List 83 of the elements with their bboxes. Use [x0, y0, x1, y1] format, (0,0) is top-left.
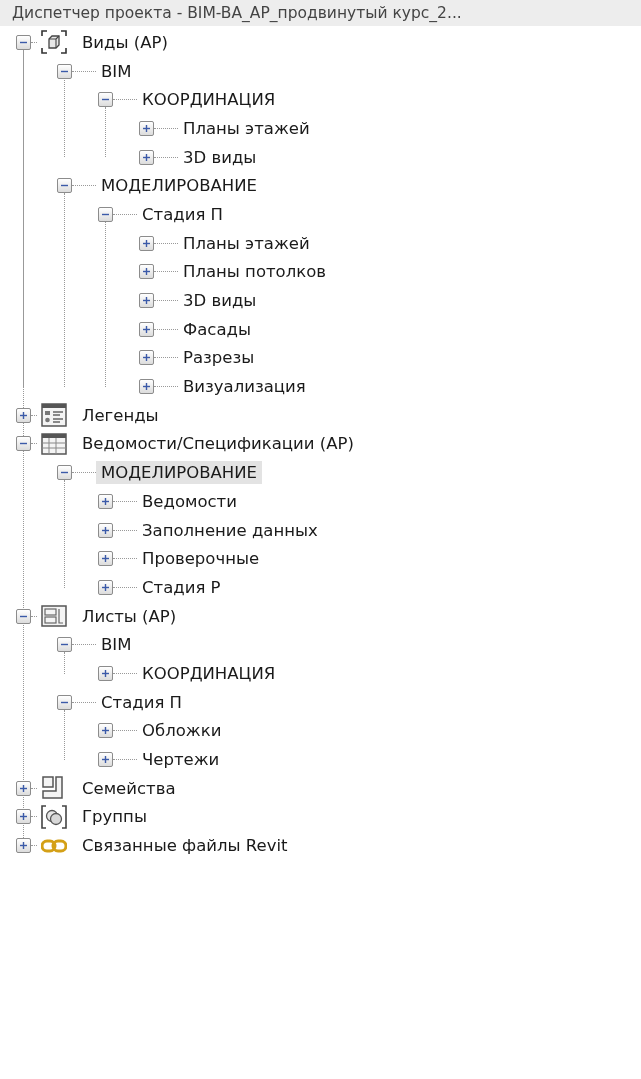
tree-item[interactable]: Стадия Р — [137, 575, 226, 599]
tree-item[interactable]: Листы (AP) — [77, 604, 182, 628]
expand-toggle[interactable] — [98, 522, 113, 538]
collapse-toggle[interactable] — [57, 465, 72, 481]
expand-toggle[interactable] — [16, 780, 31, 796]
tree-item[interactable]: Планы этажей — [178, 231, 315, 255]
plus-icon — [142, 324, 151, 334]
tree-item[interactable]: Фасады — [178, 317, 256, 341]
plus-icon — [142, 382, 151, 392]
expand-toggle[interactable] — [16, 809, 31, 825]
tree-item[interactable]: 3D виды — [178, 145, 262, 169]
tree-item[interactable]: Планы потолков — [178, 260, 332, 284]
collapse-toggle[interactable] — [57, 178, 72, 194]
tree-item[interactable]: 3D виды — [178, 289, 262, 313]
collapse-toggle[interactable] — [16, 608, 31, 624]
tree-item[interactable]: Семейства — [77, 776, 181, 800]
tree-item[interactable]: КООРДИНАЦИЯ — [137, 88, 281, 112]
tree-item[interactable]: BIM — [96, 59, 137, 83]
tree-item[interactable]: Заполнение данных — [137, 518, 323, 542]
expand-toggle[interactable] — [139, 293, 154, 309]
view-cube-icon — [41, 30, 67, 55]
plus-icon — [101, 668, 110, 678]
tree-item[interactable]: Связанные файлы Revit — [77, 834, 293, 858]
tree-item[interactable]: Визуализация — [178, 375, 311, 399]
plus-icon — [142, 296, 151, 306]
collapse-toggle[interactable] — [98, 206, 113, 222]
tree-item[interactable]: Планы этажей — [178, 116, 315, 140]
tree-item[interactable]: Виды (AP) — [77, 30, 173, 54]
collapse-toggle[interactable] — [98, 92, 113, 108]
tree-item[interactable]: Группы — [77, 805, 152, 829]
plus-icon — [101, 525, 110, 535]
expand-toggle[interactable] — [139, 379, 154, 395]
expand-toggle[interactable] — [139, 235, 154, 251]
group-icon — [41, 804, 67, 829]
tree-item[interactable]: Проверочные — [137, 547, 265, 571]
expand-toggle[interactable] — [16, 838, 31, 854]
tree-item[interactable]: Разрезы — [178, 346, 260, 370]
plus-icon — [19, 812, 28, 822]
tree-item[interactable]: Стадия П — [96, 690, 187, 714]
plus-icon — [142, 238, 151, 248]
expand-toggle[interactable] — [98, 723, 113, 739]
expand-toggle[interactable] — [16, 407, 31, 423]
sheet-icon — [41, 604, 67, 629]
tree-item[interactable]: Чертежи — [137, 748, 225, 772]
legend-icon — [41, 403, 67, 428]
plus-icon — [142, 353, 151, 363]
expand-toggle[interactable] — [98, 752, 113, 768]
expand-toggle[interactable] — [98, 579, 113, 595]
expand-toggle[interactable] — [98, 493, 113, 509]
expand-toggle[interactable] — [139, 350, 154, 366]
collapse-toggle[interactable] — [57, 63, 72, 79]
collapse-toggle[interactable] — [16, 34, 31, 50]
tree-item[interactable]: МОДЕЛИРОВАНИЕ — [96, 174, 262, 198]
expand-toggle[interactable] — [139, 264, 154, 280]
tree-item[interactable]: Обложки — [137, 719, 227, 743]
plus-icon — [19, 410, 28, 420]
plus-icon — [19, 783, 28, 793]
plus-icon — [101, 582, 110, 592]
plus-icon — [101, 755, 110, 765]
tree-item[interactable]: Стадия П — [137, 202, 228, 226]
expand-toggle[interactable] — [139, 321, 154, 337]
tree-item[interactable]: BIM — [96, 633, 137, 657]
expand-toggle[interactable] — [98, 665, 113, 681]
plus-icon — [142, 123, 151, 133]
collapse-toggle[interactable] — [57, 637, 72, 653]
plus-icon — [101, 726, 110, 736]
tree-item[interactable]: Ведомости — [137, 489, 242, 513]
plus-icon — [19, 841, 28, 851]
collapse-toggle[interactable] — [57, 694, 72, 710]
expand-toggle[interactable] — [139, 149, 154, 165]
plus-icon — [142, 267, 151, 277]
plus-icon — [101, 554, 110, 564]
plus-icon — [142, 152, 151, 162]
collapse-toggle[interactable] — [16, 436, 31, 452]
tree-item[interactable]: Легенды — [77, 403, 164, 427]
expand-toggle[interactable] — [98, 551, 113, 567]
tree-item[interactable]: Ведомости/Спецификации (AP) — [77, 432, 359, 456]
expand-toggle[interactable] — [139, 120, 154, 136]
tree-item[interactable]: КООРДИНАЦИЯ — [137, 661, 281, 685]
table-icon — [41, 431, 67, 456]
window-title: Диспетчер проекта - BIM-BA_AP_продвинутый курс_2... — [0, 0, 641, 26]
tree-item[interactable]: МОДЕЛИРОВАНИЕ — [96, 461, 262, 485]
plus-icon — [101, 496, 110, 506]
